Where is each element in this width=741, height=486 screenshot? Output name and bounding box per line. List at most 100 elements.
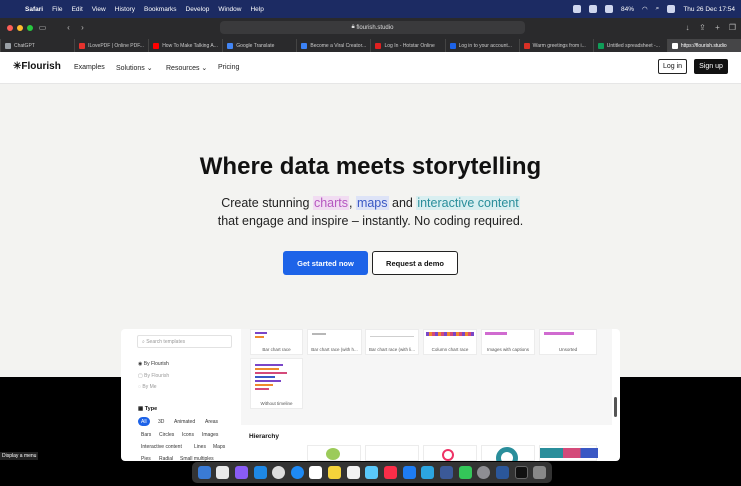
- login-button[interactable]: Log in: [658, 59, 687, 74]
- finder-icon[interactable]: [197, 466, 211, 479]
- telegram-icon[interactable]: [421, 466, 435, 479]
- share-icon[interactable]: ⇪: [698, 23, 707, 32]
- filter-by-flourish-2[interactable]: ▢ By Flourish: [138, 373, 169, 379]
- menu-window[interactable]: Window: [218, 6, 241, 13]
- tab-overview-icon[interactable]: ❐: [728, 23, 737, 32]
- tab-favicon-icon: [301, 42, 308, 49]
- browser-tab[interactable]: ChatGPT: [0, 39, 74, 52]
- browser-tab[interactable]: Untitled spreadsheet -...: [592, 39, 667, 52]
- wifi-icon[interactable]: ◠: [642, 5, 648, 13]
- browser-tab[interactable]: Warm greetings from i...: [518, 39, 593, 52]
- panel-scrollbar[interactable]: [614, 397, 617, 417]
- template-card[interactable]: [423, 445, 477, 461]
- launchpad-icon[interactable]: [216, 466, 230, 479]
- status-icon[interactable]: [572, 5, 581, 13]
- spotlight-icon[interactable]: ⌕: [656, 5, 660, 13]
- type-chip[interactable]: 3D: [155, 417, 167, 426]
- nav-solutions[interactable]: Solutions ⌄: [116, 64, 153, 72]
- photos-icon[interactable]: [365, 466, 379, 479]
- template-card[interactable]: Images with captions: [481, 329, 535, 355]
- minimize-window-button[interactable]: [17, 25, 23, 31]
- type-chip[interactable]: Radial: [156, 454, 176, 462]
- menu-app-safari[interactable]: Safari: [25, 6, 43, 13]
- request-demo-button[interactable]: Request a demo: [372, 251, 458, 275]
- type-chip[interactable]: All: [138, 417, 150, 426]
- bluetooth-icon[interactable]: [588, 5, 597, 13]
- app-icon[interactable]: [234, 466, 248, 479]
- terminal-icon[interactable]: [514, 466, 528, 479]
- safari-icon[interactable]: [290, 466, 304, 479]
- menu-history[interactable]: History: [115, 6, 135, 13]
- template-card[interactable]: Without timeline: [250, 358, 303, 409]
- hierarchy-heading: Hierarchy: [249, 433, 279, 440]
- control-center-icon[interactable]: [667, 5, 676, 13]
- get-started-button[interactable]: Get started now: [283, 251, 368, 275]
- nav-pricing[interactable]: Pricing: [218, 64, 239, 71]
- tab-label: Log In - Hotstar Online: [384, 42, 435, 49]
- menu-edit[interactable]: Edit: [72, 6, 83, 13]
- nav-resources[interactable]: Resources ⌄: [166, 64, 207, 72]
- template-card[interactable]: [307, 445, 361, 461]
- browser-tab[interactable]: https://flourish.studio: [666, 39, 741, 52]
- download-icon[interactable]: ↓: [683, 23, 692, 32]
- browser-tab[interactable]: ILovePDF | Online PDF...: [74, 39, 148, 52]
- template-card[interactable]: Bar chart race: [250, 329, 303, 355]
- word-icon[interactable]: [495, 466, 509, 479]
- nav-examples[interactable]: Examples: [74, 64, 105, 71]
- browser-tab[interactable]: Become a Viral Creator...: [296, 39, 370, 52]
- filter-by-flourish[interactable]: ◉ By Flourish: [138, 361, 169, 367]
- template-search-input[interactable]: ⌕ Search templates: [137, 335, 232, 348]
- calendar-icon[interactable]: [309, 466, 323, 479]
- menu-file[interactable]: File: [52, 6, 62, 13]
- trash-icon[interactable]: [533, 466, 547, 479]
- menu-help[interactable]: Help: [250, 6, 263, 13]
- chrome-icon[interactable]: [272, 466, 286, 479]
- settings-icon[interactable]: [477, 466, 491, 479]
- back-icon[interactable]: ‹: [64, 23, 73, 32]
- notes-icon[interactable]: [328, 466, 342, 479]
- menu-bookmarks[interactable]: Bookmarks: [144, 6, 177, 13]
- battery-icon[interactable]: [604, 5, 613, 13]
- type-chip[interactable]: Icons: [179, 430, 197, 439]
- type-chip[interactable]: Interactive content: [138, 442, 185, 451]
- browser-tab[interactable]: How To Make Talking A...: [148, 39, 222, 52]
- template-card[interactable]: Bar chart race (with h...: [307, 329, 362, 355]
- app-icon[interactable]: [458, 466, 472, 479]
- template-card[interactable]: [539, 445, 598, 461]
- type-chip[interactable]: Areas: [202, 417, 221, 426]
- template-card[interactable]: [365, 445, 419, 461]
- type-chip[interactable]: Bars: [138, 430, 154, 439]
- template-card[interactable]: Column chart race: [423, 329, 477, 355]
- filter-by-me[interactable]: ◌ By Me: [138, 384, 157, 390]
- type-chip[interactable]: Lines: [191, 442, 209, 451]
- type-chip[interactable]: Animated: [171, 417, 198, 426]
- app-icon[interactable]: [439, 466, 453, 479]
- flourish-logo[interactable]: ✳Flourish: [13, 61, 61, 72]
- signup-button[interactable]: Sign up: [694, 59, 728, 74]
- browser-tab[interactable]: Google Translate: [222, 39, 296, 52]
- new-tab-icon[interactable]: +: [713, 23, 722, 32]
- hero-sub-comma: ,: [348, 196, 356, 210]
- browser-tab[interactable]: Log in to your account...: [444, 39, 519, 52]
- appstore-icon[interactable]: [402, 466, 416, 479]
- forward-icon[interactable]: ›: [78, 23, 87, 32]
- address-bar[interactable]: 🔒︎ flourish.studio: [220, 21, 525, 34]
- type-chip[interactable]: Circles: [156, 430, 177, 439]
- type-chip[interactable]: Small multiples: [177, 454, 217, 462]
- zoom-window-button[interactable]: [27, 25, 33, 31]
- clock[interactable]: Thu 26 Dec 17:54: [683, 6, 735, 13]
- vscode-icon[interactable]: [253, 466, 267, 479]
- template-card[interactable]: [481, 445, 535, 461]
- close-window-button[interactable]: [7, 25, 13, 31]
- type-chip[interactable]: Images: [199, 430, 221, 439]
- template-panel: ⌕ Search templates ◉ By Flourish ▢ By Fl…: [121, 329, 620, 461]
- template-card[interactable]: Bar chart race (with li...: [365, 329, 419, 355]
- template-card[interactable]: Unsorted: [539, 329, 597, 355]
- menu-develop[interactable]: Develop: [186, 6, 210, 13]
- music-icon[interactable]: [384, 466, 398, 479]
- reminders-icon[interactable]: [346, 466, 360, 479]
- browser-tab[interactable]: Log In - Hotstar Online: [370, 39, 444, 52]
- type-chip[interactable]: Pies: [138, 454, 154, 462]
- menu-view[interactable]: View: [92, 6, 106, 13]
- sidebar-icon[interactable]: ▭: [38, 23, 47, 32]
